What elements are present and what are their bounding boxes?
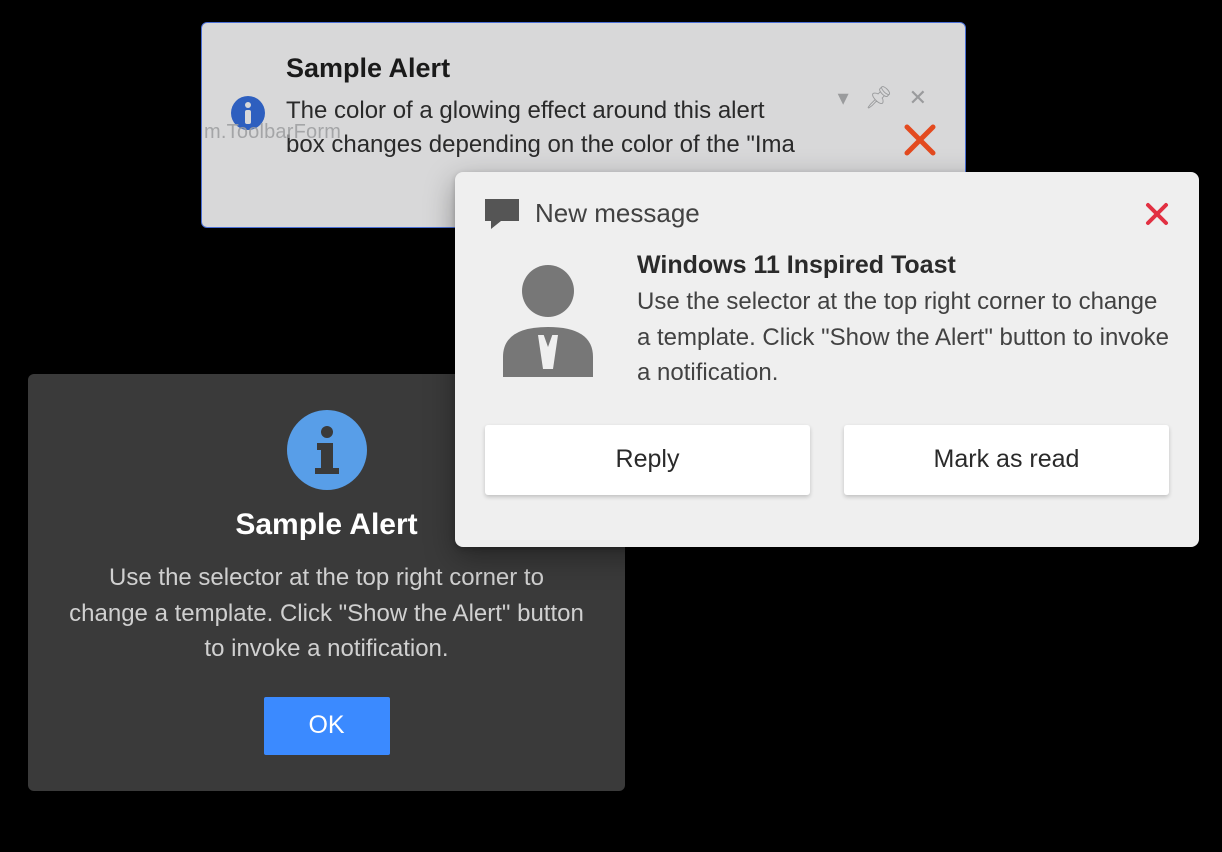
toast-body: Use the selector at the top right corner… <box>637 284 1169 391</box>
alert-title: Sample Alert <box>286 53 937 84</box>
info-icon <box>287 410 367 490</box>
alert-body: The color of a glowing effect around thi… <box>286 94 806 162</box>
toast-title: Windows 11 Inspired Toast <box>637 251 1169 280</box>
x-icon: ✕ <box>909 85 927 111</box>
mark-as-read-button[interactable]: Mark as read <box>844 425 1169 495</box>
alert-title: Sample Alert <box>235 508 417 542</box>
toast-header-title: New message <box>535 198 1129 229</box>
close-button[interactable] <box>1145 202 1169 226</box>
alert-body: Use the selector at the top right corner… <box>68 560 585 667</box>
dropdown-icon: ▾ <box>838 85 849 111</box>
avatar-icon <box>495 257 601 377</box>
toast-notification: New message Windows 11 Inspired Toast Us… <box>455 172 1199 547</box>
toast-header: New message <box>485 198 1169 229</box>
pin-icon: 📌︎ <box>865 85 893 111</box>
reply-button[interactable]: Reply <box>485 425 810 495</box>
ok-button[interactable]: OK <box>264 697 390 755</box>
chat-icon <box>485 199 519 229</box>
toast-row: Windows 11 Inspired Toast Use the select… <box>485 251 1169 391</box>
toast-text: Windows 11 Inspired Toast Use the select… <box>637 251 1169 391</box>
background-toolbar-icons: ▾ 📌︎ ✕ <box>838 85 927 111</box>
background-text: m.ToolbarForm <box>204 121 341 144</box>
toast-buttons: Reply Mark as read <box>485 425 1169 495</box>
close-button[interactable] <box>903 123 937 157</box>
